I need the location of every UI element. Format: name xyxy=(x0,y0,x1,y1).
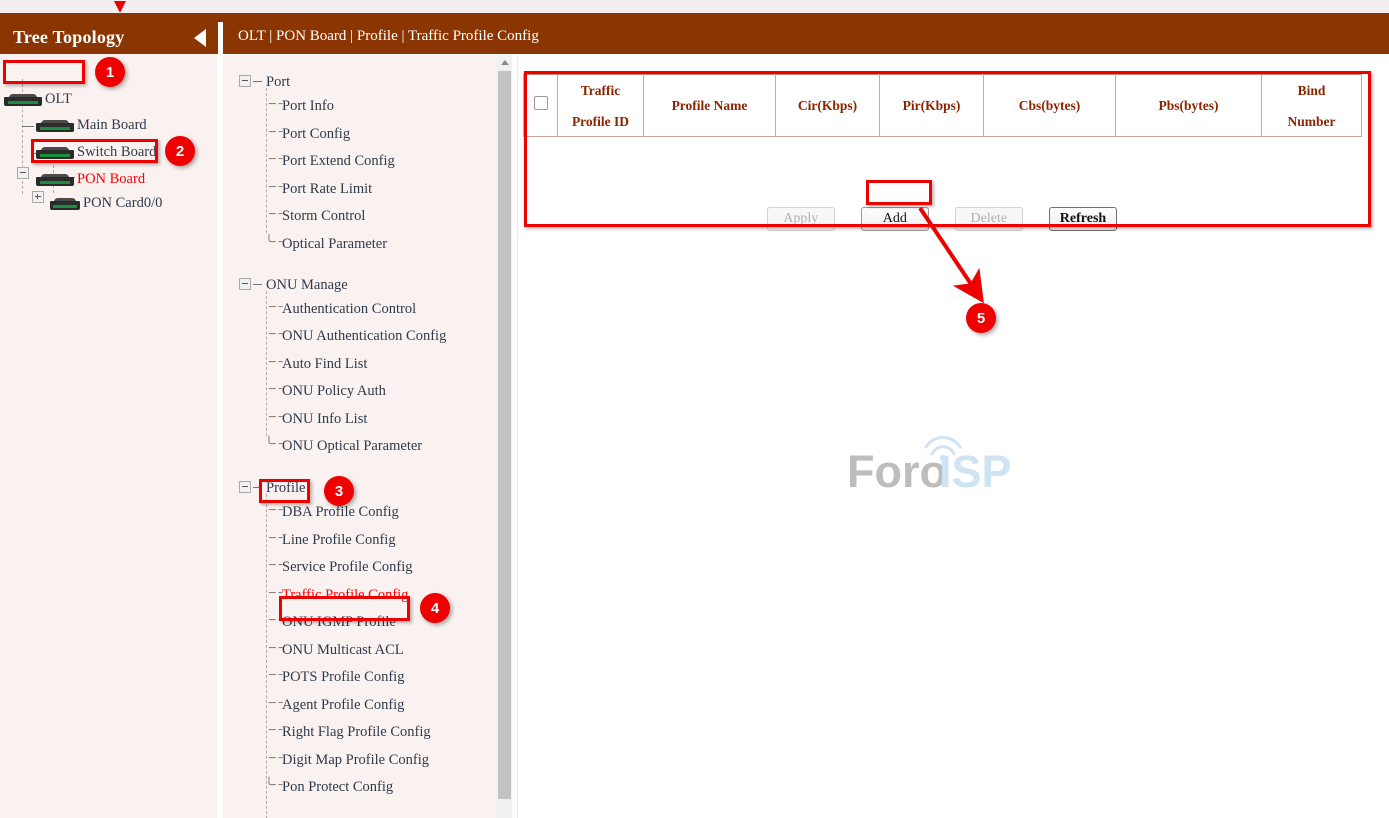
annotation-arrow-add-to-badge5 xyxy=(0,0,1389,818)
application-window: Tree Topology OLT Main xyxy=(0,0,1389,818)
annotation-badge-5: 5 xyxy=(966,303,996,333)
